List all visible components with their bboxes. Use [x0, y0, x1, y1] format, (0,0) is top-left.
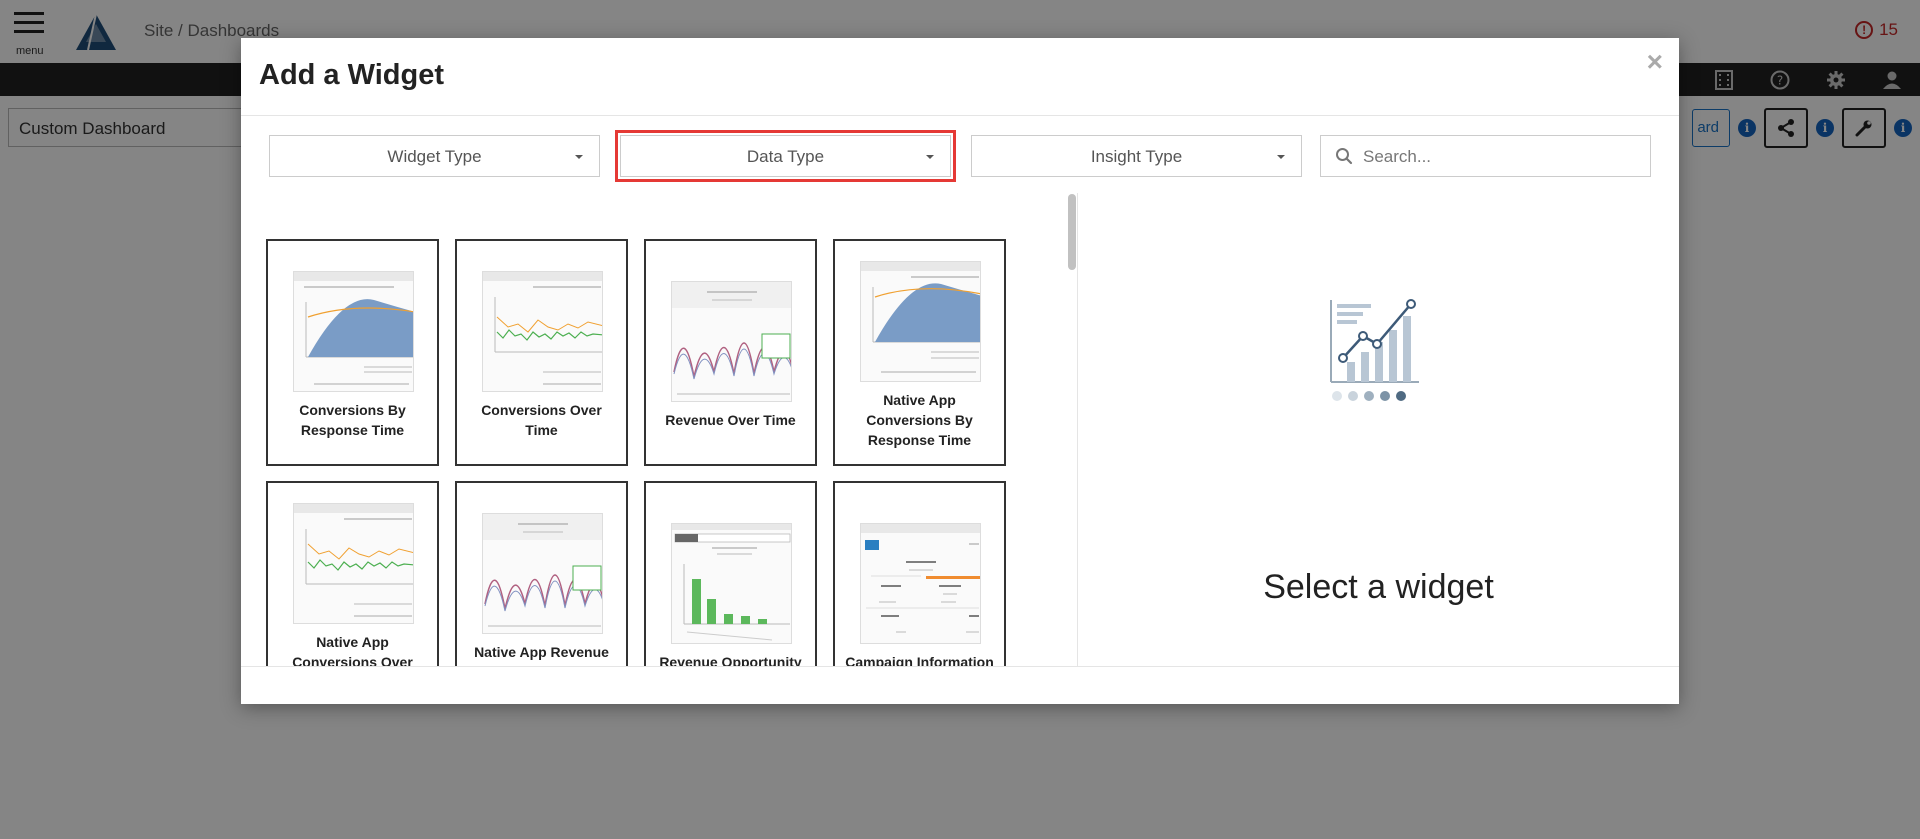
widget-type-label: Widget Type — [387, 147, 482, 166]
chevron-down-icon — [575, 155, 583, 159]
add-widget-modal: Add a Widget × Widget Type Data Type Ins… — [241, 38, 1679, 704]
insight-type-label: Insight Type — [1090, 147, 1183, 166]
widget-card-native-app-revenue-over-time[interactable]: Native App Revenue Over Time — [455, 481, 628, 666]
widget-card-native-app-conversions-by-response-time[interactable]: Native App Conversions By Response Time — [833, 239, 1006, 466]
widget-card-label: Native App Conversions Over Time — [292, 634, 413, 666]
widget-card-native-app-conversions-over-time[interactable]: Native App Conversions Over Time — [266, 481, 439, 666]
widget-grid: Conversions By Response Time Conversions… — [241, 194, 1077, 666]
widget-card-conversions-by-response-time[interactable]: Conversions By Response Time — [266, 239, 439, 466]
widget-thumbnail — [482, 271, 603, 392]
close-icon[interactable]: × — [1647, 48, 1663, 76]
filter-bar: Widget Type Data Type Insight Type — [269, 130, 1651, 182]
modal-header: Add a Widget × — [241, 38, 1679, 116]
widget-card-conversions-over-time[interactable]: Conversions Over Time — [455, 239, 628, 466]
widget-thumbnail — [671, 523, 792, 644]
search-box — [1320, 135, 1651, 177]
widget-card-revenue-over-time[interactable]: Revenue Over Time — [644, 239, 817, 466]
widget-card-label: Native App Conversions By Response Time — [866, 392, 973, 448]
data-type-dropdown[interactable]: Data Type — [615, 130, 956, 182]
scrollbar-thumb[interactable] — [1068, 194, 1076, 270]
modal-footer — [241, 666, 1679, 704]
widget-thumbnail — [860, 261, 981, 382]
widget-grid-scrollbar[interactable] — [1068, 194, 1076, 666]
widget-card-revenue-opportunity[interactable]: Revenue Opportunity — [644, 481, 817, 666]
widget-card-label: Native App Revenue Over Time — [474, 644, 609, 666]
widget-card-label: Conversions By Response Time — [299, 402, 406, 438]
widget-thumbnail — [671, 281, 792, 402]
widget-thumbnail — [293, 503, 414, 624]
widget-thumbnail — [860, 523, 981, 644]
search-icon — [1336, 148, 1353, 165]
widget-preview-panel: Select a widget — [1078, 193, 1679, 666]
widget-card-label: Revenue Opportunity — [659, 654, 802, 666]
chevron-down-icon — [1277, 155, 1285, 159]
widget-card-campaign-information[interactable]: Campaign Information — [833, 481, 1006, 666]
modal-title: Add a Widget — [259, 59, 445, 91]
widget-card-label: Revenue Over Time — [665, 412, 796, 428]
widget-card-label: Conversions Over Time — [481, 402, 602, 438]
widget-thumbnail — [293, 271, 414, 392]
widget-thumbnail — [482, 513, 603, 634]
insight-type-dropdown[interactable]: Insight Type — [971, 135, 1302, 177]
search-input[interactable] — [1363, 144, 1633, 170]
widget-card-label: Campaign Information — [845, 654, 994, 666]
chevron-down-icon — [926, 155, 934, 159]
chart-growth-icon — [1330, 299, 1419, 401]
widget-type-dropdown[interactable]: Widget Type — [269, 135, 600, 177]
preview-placeholder-text: Select a widget — [1263, 568, 1494, 606]
data-type-label: Data Type — [746, 147, 825, 166]
